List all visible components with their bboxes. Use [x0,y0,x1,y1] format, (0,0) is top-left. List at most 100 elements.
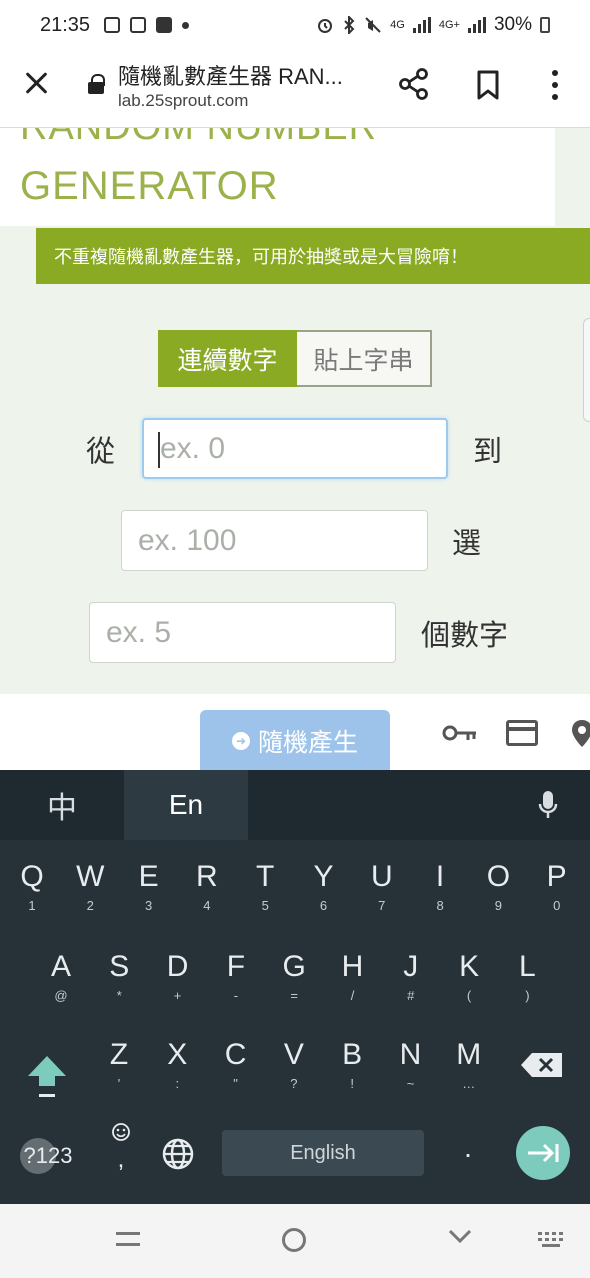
soft-keyboard: 中 En Q1W2E3R4T5Y6U7I8O9P0 A @ S * D + F - G = H / J #… [0,770,590,1204]
key-x[interactable]: X: [148,1030,206,1110]
key-hint: # [407,988,415,1003]
page-title[interactable]: 隨機亂數產生器 RAN... [118,59,343,91]
enter-key[interactable] [516,1126,570,1180]
key-letter: O [486,860,511,893]
key-hint: 6 [319,898,328,913]
key-g[interactable]: G = [265,942,323,1022]
text-cursor [158,432,160,468]
key-letter: D [166,950,189,983]
comma-label: , [117,1146,125,1173]
from-input[interactable] [142,418,448,479]
key-hint: ) [525,988,530,1003]
key-c[interactable]: C " [207,1030,265,1110]
key-a[interactable]: A @ [32,942,90,1022]
globe-icon[interactable] [160,1136,196,1172]
keyboard-icon[interactable] [536,1230,566,1250]
key-z[interactable]: Z ' [90,1030,148,1110]
pick-label: 選 [452,528,482,560]
key-letter: J [403,950,419,983]
shift-key[interactable] [22,1050,72,1106]
key-hint: 0 [553,898,561,913]
mode-tabs: 連續數字 貼上字串 [158,330,432,387]
hero-title-partial: RANDOM NUMBER [20,128,377,149]
emoji-comma-key[interactable]: , [104,1122,138,1192]
key-hint: / [350,988,355,1003]
tab-consecutive-numbers[interactable]: 連續數字 [158,330,297,387]
key-i[interactable]: I8 [411,852,469,932]
key-letter: G [282,950,306,983]
language-chinese[interactable]: 中 [0,770,124,840]
key-hint: 5 [261,898,269,913]
key-w[interactable]: W2 [61,852,119,932]
key-letter: V [283,1038,304,1071]
key-q[interactable]: Q1 [3,852,61,932]
space-key[interactable]: English [222,1130,424,1176]
to-label: 到 [473,436,503,468]
key-h[interactable]: H / [324,942,382,1022]
more-options-icon[interactable] [545,68,565,102]
microphone-icon[interactable] [538,790,558,820]
dot-icon [182,21,190,29]
status-bar: 21:35 4G 4G+ 30% [0,0,590,50]
key-l[interactable]: L) [498,942,556,1022]
location-pin-icon[interactable] [570,718,590,748]
gallery-icon [156,17,173,33]
count-input[interactable] [89,602,396,663]
key-hint: … [462,1076,476,1091]
key-letter: P [546,860,567,893]
key-r[interactable]: R4 [178,852,236,932]
key-letter: T [256,860,275,893]
key-v[interactable]: V? [265,1030,323,1110]
key-icon[interactable] [442,722,478,744]
key-b[interactable]: B! [323,1030,381,1110]
network-label: 4G [390,19,405,31]
close-tab-button[interactable] [22,68,52,98]
key-f[interactable]: F- [207,942,265,1022]
key-e[interactable]: E3 [120,852,178,932]
key-d[interactable]: D + [149,942,207,1022]
key-hint: ~ [406,1076,415,1091]
system-nav-bar [0,1204,590,1278]
signal-icon [412,17,431,33]
bookmark-icon[interactable] [476,70,500,100]
recent-apps-icon[interactable] [116,1232,140,1246]
share-icon[interactable] [396,66,432,102]
key-hint: + [173,988,182,1003]
key-n[interactable]: N ~ [382,1030,440,1110]
key-letter: C [224,1038,247,1071]
description-banner: 不重複隨機亂數產生器，可用於抽獎或是大冒險唷！ [36,228,590,284]
key-s[interactable]: S * [90,942,148,1022]
to-input[interactable] [121,510,428,571]
key-letter: Q [20,860,44,893]
symbols-key[interactable]: ?123 [18,1136,78,1176]
key-hint: " [233,1076,238,1091]
status-right-icons: 4G 4G+ 30% [316,14,550,36]
generate-button-label: 隨機產生 [257,729,358,757]
key-k[interactable]: K( [440,942,498,1022]
key-p[interactable]: P0 [528,852,586,932]
key-m[interactable]: M… [440,1030,498,1110]
period-key[interactable]: . [448,1132,488,1176]
language-english[interactable]: En [124,770,248,840]
key-y[interactable]: Y6 [295,852,353,932]
alarm-icon [318,19,333,33]
backspace-key[interactable] [520,1052,564,1078]
key-o[interactable]: O9 [469,852,527,932]
key-hint: 4 [203,898,211,913]
key-letter: H [341,950,364,983]
key-letter: I [435,860,445,893]
key-hint: 9 [494,898,502,913]
page-url[interactable]: lab.25sprout.com [118,91,248,111]
generate-button[interactable]: ➜ 隨機產生 [200,710,390,772]
key-u[interactable]: U7 [353,852,411,932]
home-icon[interactable] [282,1228,306,1252]
key-j[interactable]: J # [382,942,440,1022]
key-letter: K [459,950,480,983]
side-tab-handle[interactable] [583,318,590,422]
key-letter: A [50,950,71,983]
key-t[interactable]: T5 [236,852,294,932]
chevron-down-icon[interactable] [448,1224,472,1248]
key-hint: 1 [28,898,36,913]
tab-paste-strings[interactable]: 貼上字串 [297,330,432,387]
credit-card-icon[interactable] [506,720,538,746]
